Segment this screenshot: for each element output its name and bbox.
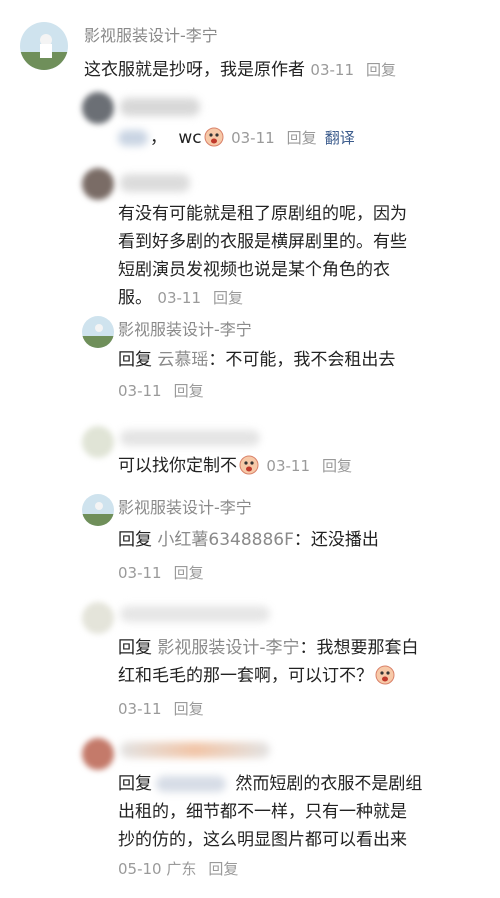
comment-text: 可以找你定制不 03-11 回复	[118, 452, 352, 480]
comment-meta: 03-11 回复	[118, 562, 204, 583]
reply-button[interactable]: 回复	[174, 700, 204, 718]
blurred-avatar[interactable]	[82, 426, 114, 458]
shocked-emoji-icon	[204, 127, 224, 147]
translate-button[interactable]: 翻译	[325, 129, 355, 147]
comment-line: 有没有可能就是租了原剧组的呢，因为	[118, 204, 407, 224]
reply-button[interactable]: 回复	[174, 564, 204, 582]
comment-text: 这衣服就是抄呀，我是原作者 03-11 回复	[84, 56, 396, 84]
reply-label: 回复	[118, 530, 152, 550]
comment-content: 可以找你定制不	[118, 456, 237, 476]
blurred-mention	[118, 130, 148, 146]
reply-button[interactable]: 回复	[174, 382, 204, 400]
author-name[interactable]: 影视服装设计-李宁	[118, 494, 252, 518]
comment-content: 这衣服就是抄呀，我是原作者	[84, 60, 305, 80]
reply-button[interactable]: 回复	[287, 129, 317, 147]
blurred-avatar[interactable]	[82, 92, 114, 124]
comment-prefix: ，	[150, 128, 167, 148]
comment-content-line2: 出租的，细节都不一样，只有一种就是	[118, 802, 407, 822]
comment-date: 03-11	[266, 457, 310, 475]
comment-content-line1: 然而短剧的衣服不是剧组	[235, 774, 423, 794]
blurred-username	[120, 742, 270, 758]
reply-button[interactable]: 回复	[322, 457, 352, 475]
reply-label: 回复	[118, 774, 152, 794]
mention-username[interactable]: 小红薯6348886F	[157, 530, 294, 550]
comment-content: wc	[178, 128, 202, 148]
author-avatar[interactable]	[82, 494, 114, 526]
avatar-image	[82, 494, 114, 526]
mention-username[interactable]: 影视服装设计-李宁	[157, 638, 299, 658]
comment-text: ， wc 03-11 回复 翻译	[150, 124, 355, 152]
author-avatar[interactable]	[82, 316, 114, 348]
comment-meta: 03-11 回复	[266, 457, 352, 475]
comment-line: 服。	[118, 288, 152, 308]
comment-meta: 03-11 回复	[157, 289, 243, 307]
comment-text: 回复 影视服装设计-李宁：我想要那套白 红和毛毛的那一套啊，可以订不？	[118, 634, 478, 690]
blurred-avatar[interactable]	[82, 168, 114, 200]
comment-line: 看到好多剧的衣服是横屏剧里的。有些	[118, 232, 407, 252]
blurred-username	[120, 606, 270, 622]
comment-meta: 03-11 回复 翻译	[231, 129, 355, 147]
comment-date: 03-11	[310, 61, 354, 79]
comment-meta: 03-11 回复	[118, 380, 204, 401]
comment-content-line3: 抄的仿的，这么明显图片都可以看出来	[118, 830, 407, 850]
comment-meta: 03-11 回复	[118, 698, 204, 719]
reply-button[interactable]: 回复	[213, 289, 243, 307]
shocked-emoji-icon	[375, 665, 395, 685]
comment-content-line1: ：我想要那套白	[299, 638, 419, 658]
blurred-avatar[interactable]	[82, 602, 114, 634]
blurred-username	[120, 430, 260, 446]
comment-meta: 03-11 回复	[310, 61, 396, 79]
comment-location: 广东	[166, 860, 197, 878]
comment-text: 回复 小红薯6348886F：还没播出	[118, 526, 379, 554]
blurred-avatar[interactable]	[82, 738, 114, 770]
avatar-image	[82, 316, 114, 348]
comment-content-line2: 红和毛毛的那一套啊，可以订不？	[118, 666, 373, 686]
comment-date: 03-11	[118, 700, 162, 718]
comment-date: 03-11	[118, 564, 162, 582]
comment-date: 03-11	[231, 129, 275, 147]
shocked-emoji-icon	[239, 455, 259, 475]
comment-text: 回复 云慕瑶：不可能，我不会租出去	[118, 346, 395, 374]
comment-content: ：不可能，我不会租出去	[208, 350, 396, 370]
comment-date: 03-11	[118, 382, 162, 400]
comment-date: 05-10	[118, 860, 162, 878]
reply-button[interactable]: 回复	[366, 61, 396, 79]
author-avatar[interactable]	[20, 22, 68, 70]
blurred-username	[120, 174, 190, 192]
comment-line: 短剧演员发视频也说是某个角色的衣	[118, 260, 390, 280]
mention-username[interactable]: 云慕瑶	[157, 350, 208, 370]
comment-content: ：还没播出	[293, 530, 379, 550]
comment-meta: 05-10 广东 回复	[118, 858, 238, 879]
author-name[interactable]: 影视服装设计-李宁	[84, 22, 218, 46]
blurred-username	[120, 98, 200, 116]
comment-text: 回复 然而短剧的衣服不是剧组 出租的，细节都不一样，只有一种就是 抄的仿的，这么…	[118, 770, 478, 854]
avatar-image	[20, 22, 68, 70]
reply-label: 回复	[118, 350, 152, 370]
author-name[interactable]: 影视服装设计-李宁	[118, 316, 252, 340]
comment-date: 03-11	[157, 289, 201, 307]
reply-button[interactable]: 回复	[208, 860, 238, 878]
reply-label: 回复	[118, 638, 152, 658]
comment-text: 有没有可能就是租了原剧组的呢，因为 看到好多剧的衣服是横屏剧里的。有些 短剧演员…	[118, 200, 478, 312]
